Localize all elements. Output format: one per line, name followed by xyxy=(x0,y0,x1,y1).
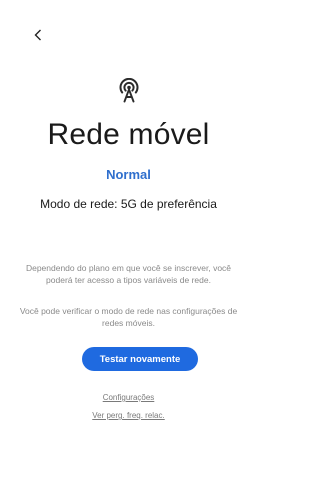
retry-button[interactable]: Testar novamente xyxy=(82,347,198,371)
check-mode-info-text: Você pode verificar o modo de rede nas c… xyxy=(19,306,238,328)
back-button[interactable] xyxy=(28,25,48,45)
network-mode-text: Modo de rede: 5G de preferência xyxy=(40,197,217,211)
faq-link[interactable]: Ver perg. freq. relac. xyxy=(0,411,257,420)
chevron-left-icon xyxy=(34,29,41,41)
plan-info-text: Dependendo do plano em que você se inscr… xyxy=(25,263,232,285)
page-title: Rede móvel xyxy=(47,118,210,151)
settings-link[interactable]: Configurações xyxy=(0,393,257,402)
antenna-signal-icon xyxy=(119,78,139,103)
network-screen: Rede móvel Normal Modo de rede: 5G de pr… xyxy=(0,0,257,488)
network-status: Normal xyxy=(106,167,151,182)
